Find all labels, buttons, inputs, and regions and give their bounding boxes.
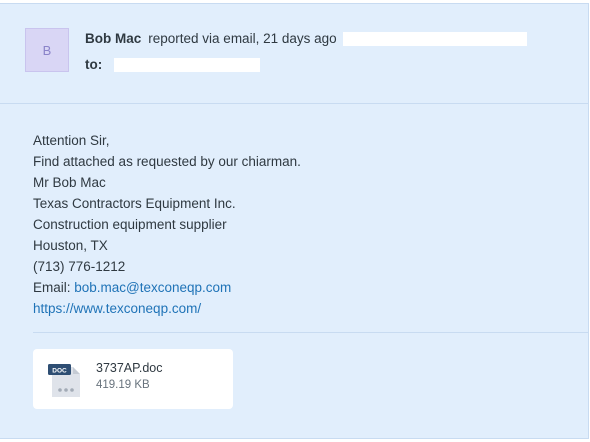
body-line: Attention Sir, xyxy=(33,133,110,148)
ticket-comment: B Bob Mac reported via email, 21 days ag… xyxy=(0,3,589,439)
body-line: Mr Bob Mac xyxy=(33,175,106,190)
attachment-card[interactable]: DOC 3737AP.doc 419.19 KB xyxy=(33,349,233,409)
body-line: Houston, TX xyxy=(33,238,108,253)
email-label: Email: xyxy=(33,280,75,295)
body-line: Texas Contractors Equipment Inc. xyxy=(33,196,236,211)
email-link[interactable]: bob.mac@texconeqp.com xyxy=(74,280,231,295)
attachment-name[interactable]: 3737AP.doc xyxy=(96,361,163,375)
doc-file-icon: DOC xyxy=(48,364,80,397)
comment-body: Attention Sir, Find attached as requeste… xyxy=(33,130,301,319)
body-line: (713) 776-1212 xyxy=(33,259,126,274)
divider xyxy=(33,332,589,333)
body-line: Construction equipment supplier xyxy=(33,217,227,232)
comment-meta: Bob Mac reported via email, 21 days ago xyxy=(85,31,527,46)
email-line: Email: bob.mac@texconeqp.com xyxy=(33,277,301,298)
redacted-from-field xyxy=(342,31,527,46)
redacted-recipient xyxy=(114,57,261,72)
body-line: Find attached as requested by our chiarm… xyxy=(33,154,301,169)
author-name[interactable]: Bob Mac xyxy=(85,31,141,46)
website-link[interactable]: https://www.texconeqp.com/ xyxy=(33,301,201,316)
doc-badge-text: DOC xyxy=(52,368,67,375)
comment-header: B Bob Mac reported via email, 21 days ag… xyxy=(0,4,588,104)
via-timestamp: reported via email, 21 days ago xyxy=(148,31,337,46)
recipient-line: to: xyxy=(85,57,261,72)
to-label: to: xyxy=(85,57,103,72)
attachment-size: 419.19 KB xyxy=(96,379,150,391)
avatar[interactable]: B xyxy=(25,28,69,72)
